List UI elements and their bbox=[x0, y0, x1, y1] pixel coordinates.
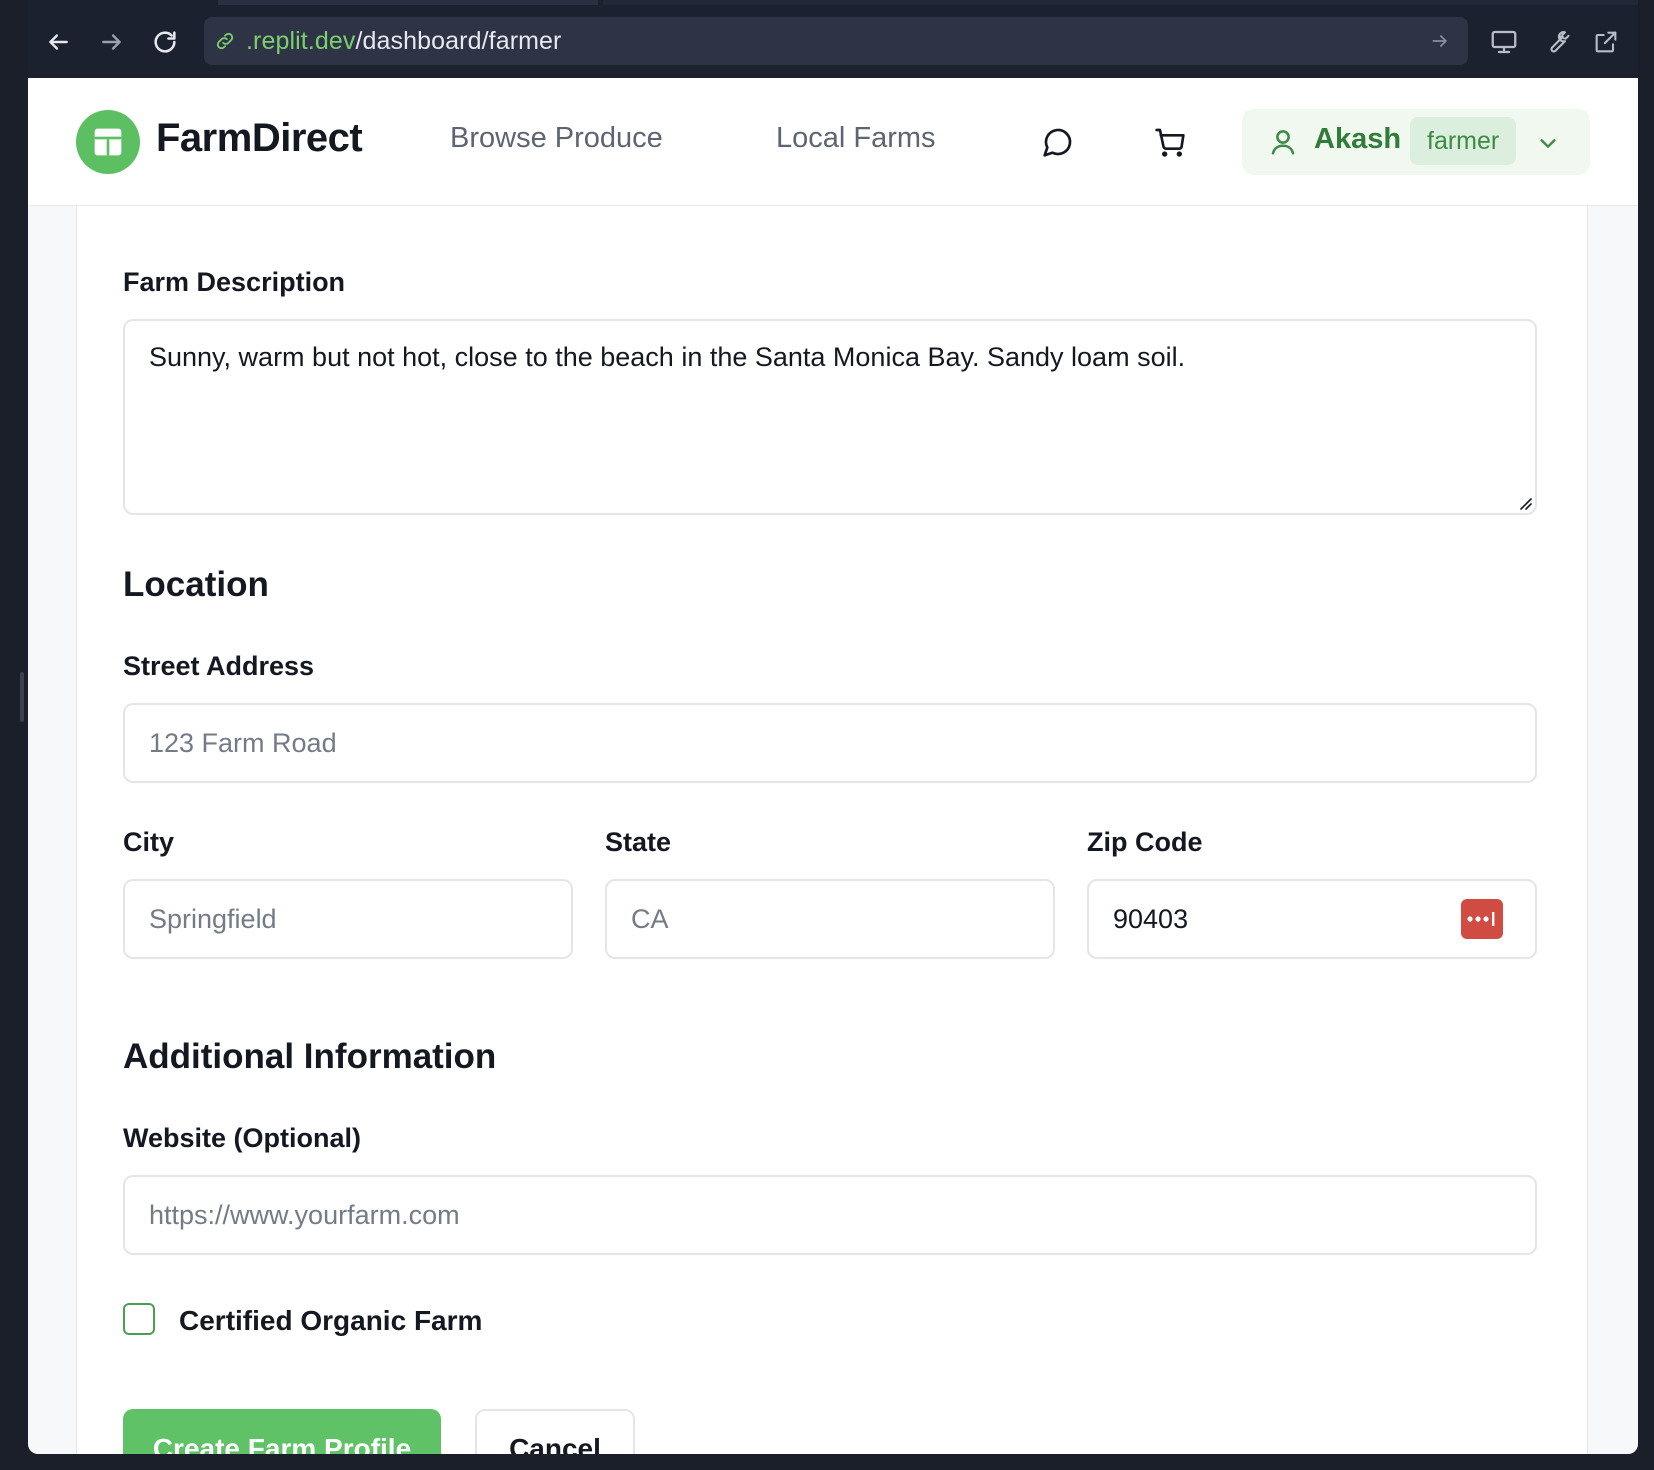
certified-organic-checkbox[interactable] bbox=[123, 1303, 155, 1335]
resize-grip-icon[interactable] bbox=[1515, 493, 1533, 511]
open-external-button[interactable] bbox=[1586, 22, 1626, 62]
forward-button[interactable] bbox=[90, 20, 134, 64]
arrow-right-icon bbox=[1432, 35, 1447, 47]
wrench-icon bbox=[1550, 31, 1570, 53]
arrow-right-icon bbox=[102, 34, 121, 50]
zip-code-value: 90403 bbox=[1113, 903, 1189, 934]
additional-info-section-title: Additional Information bbox=[123, 1037, 497, 1076]
website-input[interactable]: https://www.yourfarm.com bbox=[123, 1175, 1537, 1255]
external-link-icon bbox=[1595, 31, 1617, 53]
monitor-icon bbox=[1491, 30, 1517, 54]
farm-description-value: Sunny, warm but not hot, close to the be… bbox=[149, 342, 1186, 372]
certified-organic-label[interactable]: Certified Organic Farm bbox=[179, 1305, 482, 1337]
zip-code-label: Zip Code bbox=[1087, 827, 1203, 857]
farm-description-label: Farm Description bbox=[123, 267, 346, 297]
state-placeholder: CA bbox=[631, 903, 669, 934]
user-name: Akash bbox=[1314, 123, 1402, 155]
city-label: City bbox=[123, 827, 175, 857]
role-badge: farmer bbox=[1410, 117, 1517, 165]
browser-toolbar: .replit.dev/dashboard/farmer bbox=[28, 0, 1638, 78]
storefront-icon bbox=[94, 128, 122, 156]
logo[interactable] bbox=[76, 110, 140, 174]
farm-description-textarea[interactable]: Sunny, warm but not hot, close to the be… bbox=[123, 319, 1537, 515]
link-icon bbox=[216, 32, 234, 50]
nav-browse-produce[interactable]: Browse Produce bbox=[450, 122, 663, 155]
go-button[interactable] bbox=[1426, 27, 1454, 55]
cancel-button[interactable]: Cancel bbox=[475, 1409, 635, 1454]
address-bar[interactable]: .replit.dev/dashboard/farmer bbox=[204, 17, 1468, 65]
panel-resize-handle[interactable] bbox=[20, 672, 24, 722]
cart-button[interactable] bbox=[1148, 120, 1192, 164]
street-address-placeholder: 123 Farm Road bbox=[149, 727, 337, 758]
street-address-label: Street Address bbox=[123, 651, 315, 681]
messages-button[interactable] bbox=[1036, 120, 1080, 164]
tab-strip bbox=[28, 0, 1638, 5]
farm-profile-form: Farm Description Sunny, warm but not hot… bbox=[76, 178, 1588, 1454]
arrow-left-icon bbox=[49, 34, 68, 50]
user-menu-button[interactable]: Akash farmer bbox=[1242, 109, 1590, 175]
back-button[interactable] bbox=[36, 20, 80, 64]
url-text: .replit.dev/dashboard/farmer bbox=[246, 26, 562, 55]
state-input[interactable]: CA bbox=[605, 879, 1055, 959]
street-address-input[interactable]: 123 Farm Road bbox=[123, 703, 1537, 783]
website-label: Website (Optional) bbox=[123, 1123, 362, 1153]
reload-icon bbox=[154, 31, 176, 53]
state-label: State bbox=[605, 827, 672, 857]
nav-local-farms[interactable]: Local Farms bbox=[776, 122, 936, 155]
devtools-button[interactable] bbox=[1536, 22, 1576, 62]
city-placeholder: Springfield bbox=[149, 903, 277, 934]
brand-name[interactable]: FarmDirect bbox=[156, 116, 363, 161]
password-manager-icon[interactable] bbox=[1461, 899, 1503, 939]
create-farm-profile-button[interactable]: Create Farm Profile bbox=[123, 1409, 441, 1454]
app-header: FarmDirect Browse Produce Local Farms Ak… bbox=[28, 78, 1638, 206]
chevron-down-icon bbox=[1534, 129, 1562, 157]
zip-code-input[interactable]: 90403 bbox=[1087, 879, 1537, 959]
chat-bubble-icon bbox=[1043, 128, 1072, 157]
reload-button[interactable] bbox=[143, 20, 187, 64]
location-section-title: Location bbox=[123, 565, 269, 604]
devices-button[interactable] bbox=[1484, 22, 1524, 62]
city-input[interactable]: Springfield bbox=[123, 879, 573, 959]
user-icon bbox=[1271, 130, 1295, 155]
page-viewport: FarmDirect Browse Produce Local Farms Ak… bbox=[28, 78, 1638, 1454]
shopping-cart-icon bbox=[1155, 128, 1185, 157]
website-placeholder: https://www.yourfarm.com bbox=[149, 1199, 460, 1230]
